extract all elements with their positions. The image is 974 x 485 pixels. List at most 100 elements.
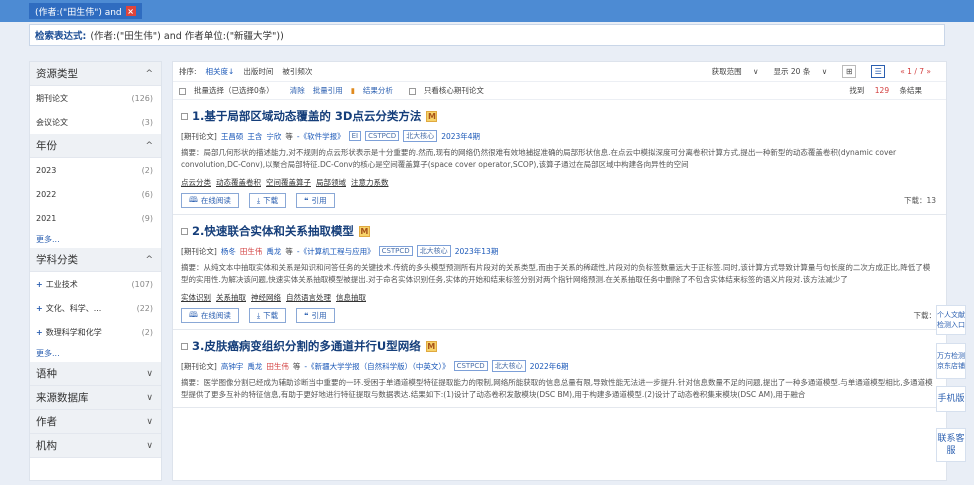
- keyword-link[interactable]: 实体识别: [181, 293, 211, 302]
- side-link[interactable]: 联系客服: [936, 428, 966, 462]
- clear-button[interactable]: 清除: [290, 85, 305, 96]
- author-link[interactable]: 田生伟: [240, 246, 263, 257]
- facet-item-label-wrap: 期刊论文: [36, 93, 68, 104]
- journal-link[interactable]: -《新疆大学学报（自然科学版）（中英文）》: [304, 361, 449, 372]
- cite-button[interactable]: ❝ 引用: [296, 308, 335, 323]
- author-link[interactable]: 高钟宇: [221, 361, 244, 372]
- range-dropdown[interactable]: 获取范围 ∨: [712, 66, 759, 77]
- facet-item[interactable]: + 工业技术 (107): [30, 272, 161, 296]
- result-title[interactable]: 1.基于局部区域动态覆盖的 3D点云分类方法: [192, 108, 421, 124]
- journal-link[interactable]: -《计算机工程与应用》: [297, 246, 375, 257]
- read-online-button[interactable]: 🕮 在线阅读: [181, 308, 239, 323]
- author-link[interactable]: 禹龙: [247, 361, 262, 372]
- issue-link[interactable]: 2023年4期: [441, 131, 480, 142]
- facet-item-label-wrap: + 数理科学和化学: [36, 327, 102, 338]
- facet-title: 资源类型: [36, 68, 78, 80]
- read-online-button[interactable]: 🕮 在线阅读: [181, 193, 239, 208]
- sort-citations[interactable]: 被引频次: [282, 66, 312, 77]
- facet-item[interactable]: + 数理科学和化学 (2): [30, 320, 161, 344]
- plus-icon[interactable]: +: [36, 280, 43, 289]
- facet-header[interactable]: 资源类型 ^: [30, 62, 161, 86]
- side-link[interactable]: 个人文献检测入口: [936, 305, 966, 335]
- facet-item[interactable]: 2021 (9): [30, 206, 161, 230]
- facet-item[interactable]: 期刊论文 (126): [30, 86, 161, 110]
- keyword-link[interactable]: 空间覆盖算子: [266, 178, 311, 187]
- issue-link[interactable]: 2022年6期: [530, 361, 569, 372]
- facet-item-count: (9): [141, 213, 153, 223]
- cite-button[interactable]: ❝ 引用: [296, 193, 335, 208]
- chevron-icon[interactable]: ∨: [146, 369, 153, 379]
- facet-header[interactable]: 学科分类 ^: [30, 248, 161, 272]
- facet-header[interactable]: 机构 ∨: [30, 434, 161, 458]
- checkbox[interactable]: [408, 87, 416, 95]
- journal-link[interactable]: -《软件学报》: [297, 131, 345, 142]
- keyword-link[interactable]: 动态覆盖卷积: [216, 178, 261, 187]
- facet-header[interactable]: 年份 ^: [30, 134, 161, 158]
- author-link[interactable]: 宁欣: [266, 131, 281, 142]
- facet-item[interactable]: + 文化、科学、... (22): [30, 296, 161, 320]
- page-size-dropdown[interactable]: 显示 20 条 ∨: [774, 66, 828, 77]
- facet-item-label-wrap: 2021: [36, 214, 56, 223]
- author-link[interactable]: 王昌硕: [221, 131, 244, 142]
- download-button[interactable]: ⤓ 下载: [248, 193, 287, 208]
- result-title-row: 3.皮肤癌病变组织分割的多通道并行U型网络 M: [181, 338, 936, 354]
- batch-cite-button[interactable]: 批量引用: [313, 85, 343, 96]
- checkbox[interactable]: [181, 227, 188, 235]
- checkbox[interactable]: [179, 87, 186, 95]
- author-link[interactable]: 田生伟: [266, 361, 289, 372]
- keyword-link[interactable]: 点云分类: [181, 178, 211, 187]
- side-link[interactable]: 手机版: [936, 386, 966, 412]
- facet-header[interactable]: 作者 ∨: [30, 410, 161, 434]
- chevron-icon[interactable]: ^: [145, 141, 153, 151]
- chevron-icon[interactable]: ∨: [146, 441, 153, 451]
- facet-header[interactable]: 来源数据库 ∨: [30, 386, 161, 410]
- keyword-link[interactable]: 注意力系数: [351, 178, 389, 187]
- m-badge-icon: M: [425, 340, 437, 352]
- facet-header[interactable]: 语种 ∨: [30, 362, 161, 386]
- facet-item-label: 2023: [36, 165, 57, 175]
- keyword-link[interactable]: 关系抽取: [216, 293, 246, 302]
- pager[interactable]: « 1 / 7 »: [900, 67, 931, 76]
- keyword-link[interactable]: 局部领域: [316, 178, 346, 187]
- author-link[interactable]: 王含: [247, 131, 262, 142]
- plus-icon[interactable]: +: [36, 304, 43, 313]
- sort-date[interactable]: 出版时间: [243, 66, 273, 77]
- sort-relevance[interactable]: 相关度↓: [206, 66, 235, 77]
- plus-icon[interactable]: +: [36, 328, 43, 337]
- index-badge: EI: [348, 131, 362, 141]
- chevron-icon[interactable]: ∨: [146, 393, 153, 403]
- keyword-link[interactable]: 自然语言处理: [286, 293, 331, 302]
- chevron-icon[interactable]: ∨: [146, 417, 153, 427]
- checkbox[interactable]: [181, 342, 188, 350]
- core-only-toggle[interactable]: 只看核心期刊论文: [408, 85, 492, 96]
- facet-item[interactable]: 2023 (2): [30, 158, 161, 182]
- download-count: 下载：13: [903, 196, 936, 205]
- chevron-icon[interactable]: ^: [145, 255, 153, 265]
- book-icon: 🕮: [189, 195, 198, 204]
- close-icon[interactable]: ×: [125, 6, 136, 16]
- result-title-row: 2.快速联合实体和关系抽取模型 M: [181, 223, 936, 239]
- download-button[interactable]: ⤓ 下载: [248, 308, 287, 323]
- result-title[interactable]: 3.皮肤癌病变组织分割的多通道并行U型网络: [192, 338, 421, 354]
- issue-link[interactable]: 2023年13期: [455, 246, 499, 257]
- facet-item[interactable]: 会议论文 (3): [30, 110, 161, 134]
- analysis-button[interactable]: ▮ 结果分析: [351, 85, 401, 96]
- keyword-link[interactable]: 信息抽取: [336, 293, 366, 302]
- author-link[interactable]: 杨冬: [221, 246, 236, 257]
- read-online-label: 在线阅读: [200, 196, 231, 205]
- author-link[interactable]: 禹龙: [266, 246, 281, 257]
- chevron-icon[interactable]: ^: [145, 69, 153, 79]
- keyword-link[interactable]: 神经网络: [251, 293, 281, 302]
- more-link[interactable]: 更多...: [30, 230, 161, 248]
- query-tag[interactable]: (作者:("田生伟") and ×: [29, 3, 142, 19]
- list-view-icon[interactable]: ☰: [871, 65, 886, 78]
- more-link[interactable]: 更多...: [30, 344, 161, 362]
- query-tag-label: (作者:("田生伟") and: [35, 7, 122, 18]
- facet-item[interactable]: 2022 (6): [30, 182, 161, 206]
- side-link[interactable]: 万方检测京东店铺: [936, 343, 966, 379]
- index-badge: 北大核心: [416, 245, 451, 257]
- batch-select[interactable]: 批量选择（已选择0条）: [179, 85, 282, 96]
- checkbox[interactable]: [181, 112, 188, 120]
- result-title[interactable]: 2.快速联合实体和关系抽取模型: [192, 223, 354, 239]
- grid-view-icon[interactable]: ⊞: [842, 65, 857, 78]
